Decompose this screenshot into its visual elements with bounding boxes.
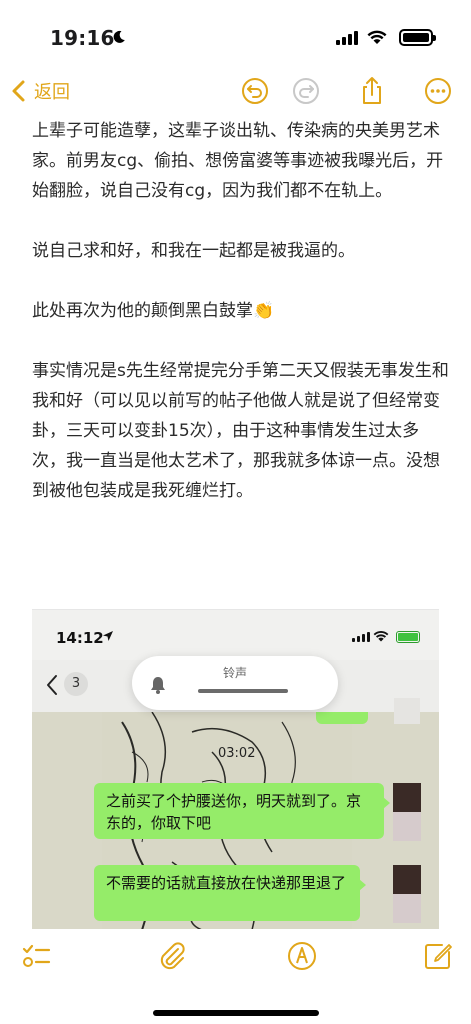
home-indicator[interactable] <box>153 1010 319 1016</box>
bottom-toolbar <box>0 930 471 1024</box>
wifi-icon <box>367 30 387 44</box>
markup-icon[interactable] <box>286 940 318 972</box>
note-paragraph: 说自己求和好，和我在一起都是被我逼的。 <box>32 241 355 261</box>
chevron-left-icon <box>12 80 25 102</box>
share-icon[interactable] <box>357 76 387 106</box>
checklist-icon[interactable] <box>20 940 52 972</box>
more-icon[interactable] <box>423 76 453 106</box>
embedded-signal-icon <box>352 632 370 642</box>
compose-icon[interactable] <box>422 940 454 972</box>
unread-badge: 3 <box>64 672 88 696</box>
embedded-time: 14:12 <box>56 629 104 647</box>
status-bar: 19:16 <box>0 0 471 70</box>
undo-icon[interactable] <box>240 76 270 106</box>
chat-message-text: 之前买了个护腰送你，明天就到了。京东的，你取下吧 <box>106 792 362 832</box>
redo-icon[interactable] <box>291 76 321 106</box>
embedded-back-icon <box>47 675 57 695</box>
back-button[interactable]: 返回 <box>10 78 70 104</box>
notes-toolbar: 返回 <box>0 70 471 116</box>
embedded-wifi-icon <box>373 631 389 642</box>
avatar <box>393 783 421 841</box>
avatar <box>393 865 421 923</box>
status-time: 19:16 <box>50 26 115 50</box>
voice-duration: 03:02 <box>218 746 256 761</box>
battery-icon <box>399 29 436 46</box>
embedded-screenshot[interactable]: 14:12 3 铃声 03:02 之前买了个护腰送你，明天就到了。京东的，你取下… <box>32 609 439 929</box>
chat-message-text: 不需要的话就直接放在快递那里退了 <box>106 874 347 892</box>
note-paragraph: 事实情况是s先生经常提完分手第二天又假装无事发生和我和好（可以见以前写的帖子他做… <box>32 361 449 501</box>
previous-message-bubble <box>316 712 368 724</box>
note-body[interactable]: 上辈子可能造孽，这辈子谈出轨、传染病的央美男艺术家。前男友cg、偷拍、想傍富婆等… <box>32 116 452 506</box>
back-label: 返回 <box>34 82 70 103</box>
chat-message-bubble: 之前买了个护腰送你，明天就到了。京东的，你取下吧 <box>94 783 390 839</box>
ringer-label: 铃声 <box>222 666 247 680</box>
chat-message-bubble: 不需要的话就直接放在快递那里退了 <box>94 865 366 921</box>
moon-icon <box>113 30 125 43</box>
embedded-status-bar: 14:12 <box>32 610 439 660</box>
ringer-volume-bar <box>198 689 288 693</box>
note-paragraph: 此处再次为他的颠倒黑白鼓掌👏 <box>32 301 275 321</box>
ringer-banner: 铃声 <box>132 656 338 710</box>
note-paragraph: 上辈子可能造孽，这辈子谈出轨、传染病的央美男艺术家。前男友cg、偷拍、想傍富婆等… <box>32 121 444 201</box>
avatar <box>394 698 420 724</box>
location-arrow-icon <box>103 631 113 641</box>
embedded-battery-icon <box>396 631 420 643</box>
cellular-signal-icon <box>336 31 358 45</box>
attachment-icon[interactable] <box>156 940 188 972</box>
